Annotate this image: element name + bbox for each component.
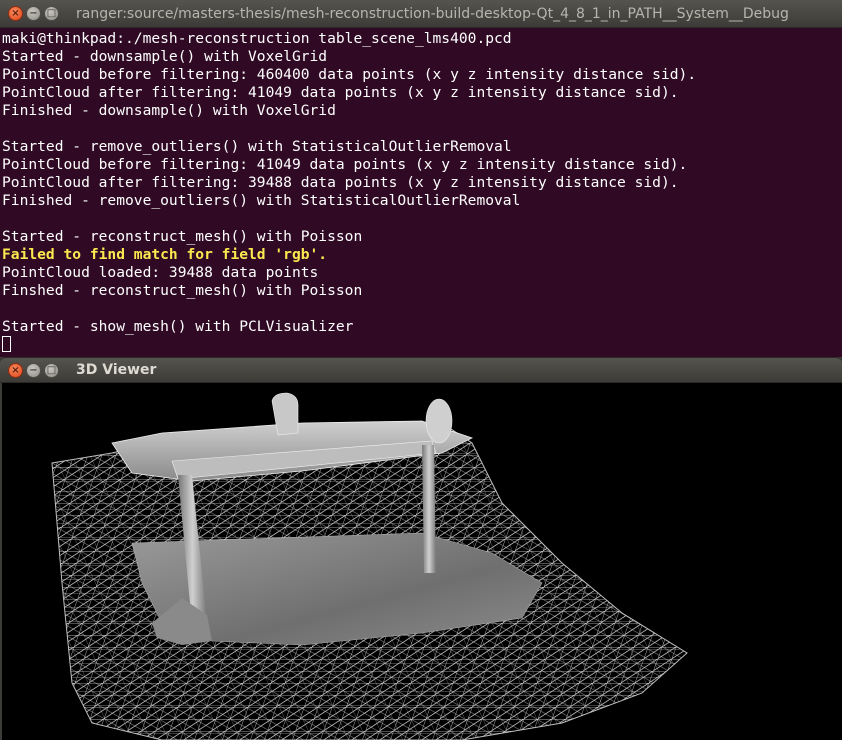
terminal-line: Started - reconstruct_mesh() with Poisso… (2, 228, 363, 245)
terminal-line: PointCloud loaded: 39488 data points (2, 264, 319, 281)
terminal-output-area[interactable]: maki@thinkpad:./mesh-reconstruction tabl… (0, 28, 842, 357)
terminal-line: PointCloud before filtering: 460400 data… (2, 66, 697, 83)
minimize-icon: − (29, 364, 38, 376)
minimize-icon: − (29, 7, 38, 19)
close-icon: × (11, 364, 20, 376)
terminal-titlebar[interactable]: × − □ ranger:source/masters-thesis/mesh-… (0, 0, 842, 28)
terminal-window-controls: × − □ (8, 6, 59, 21)
terminal-line: maki@thinkpad:./mesh-reconstruction tabl… (2, 30, 512, 47)
viewer-maximize-button[interactable]: □ (44, 363, 59, 378)
viewer-window-controls: × − □ (8, 363, 59, 378)
terminal-window-title: ranger:source/masters-thesis/mesh-recons… (76, 6, 789, 22)
terminal-text: maki@thinkpad:./mesh-reconstruction tabl… (2, 30, 696, 354)
terminal-line: Finished - remove_outliers() with Statis… (2, 192, 521, 209)
viewer-close-button[interactable]: × (8, 363, 23, 378)
terminal-line: Started - remove_outliers() with Statist… (2, 138, 512, 155)
terminal-cursor-line (2, 336, 696, 354)
terminal-line: PointCloud after filtering: 41049 data p… (2, 84, 679, 101)
terminal-line: Finished - downsample() with VoxelGrid (2, 102, 336, 119)
maximize-icon: □ (46, 7, 57, 19)
viewer-titlebar[interactable]: × − □ 3D Viewer (0, 357, 842, 383)
terminal-line: Finshed - reconstruct_mesh() with Poisso… (2, 282, 363, 299)
terminal-close-button[interactable]: × (8, 6, 23, 21)
terminal-cursor (2, 336, 11, 352)
terminal-line: Started - show_mesh() with PCLVisualizer (2, 318, 354, 335)
terminal-line: PointCloud before filtering: 41049 data … (2, 156, 688, 173)
terminal-warning-line: Failed to find match for field 'rgb'. (2, 246, 328, 263)
3d-render-viewport[interactable] (2, 383, 842, 740)
maximize-icon: □ (46, 364, 57, 376)
close-icon: × (11, 7, 20, 19)
terminal-minimize-button[interactable]: − (26, 6, 41, 21)
mesh-render (51, 392, 688, 740)
terminal-line: PointCloud after filtering: 39488 data p… (2, 174, 679, 191)
viewer-minimize-button[interactable]: − (26, 363, 41, 378)
terminal-line: Started - downsample() with VoxelGrid (2, 48, 328, 65)
terminal-maximize-button[interactable]: □ (44, 6, 59, 21)
viewer-window-title: 3D Viewer (76, 362, 157, 378)
